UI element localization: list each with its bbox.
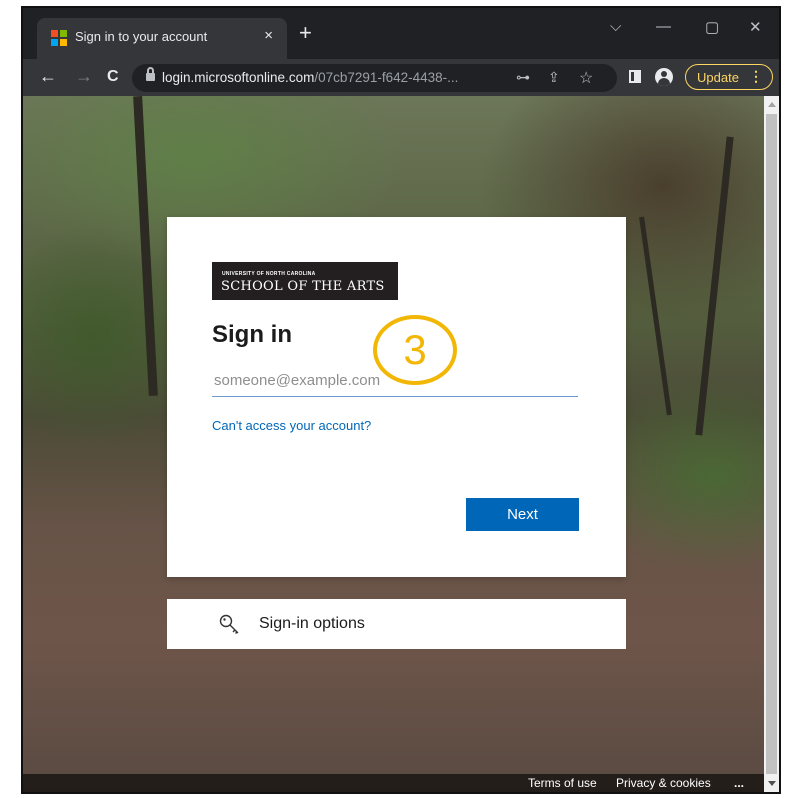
close-window-icon[interactable]: ✕ [749,18,762,36]
microsoft-logo-icon [51,30,67,46]
vertical-scrollbar[interactable] [764,96,779,792]
signin-options-label: Sign-in options [259,615,365,632]
step-number-badge: 3 [373,315,457,385]
bookmark-star-icon[interactable]: ☆ [579,68,593,88]
tab-signin[interactable]: Sign in to your account × [37,18,287,59]
privacy-link[interactable]: Privacy & cookies [616,776,711,790]
scroll-up-icon[interactable] [768,102,776,107]
password-key-icon[interactable]: ⊶ [516,69,530,86]
tab-title: Sign in to your account [75,29,208,44]
side-panel-icon[interactable] [629,70,641,83]
browser-window: Sign in to your account × + ⌵ — ▢ ✕ ← → … [21,6,781,794]
key-icon [219,614,239,634]
forward-icon[interactable]: → [75,67,93,85]
address-bar[interactable]: login.microsoftonline.com/07cb7291-f642-… [132,64,617,92]
signin-options-button[interactable]: Sign-in options [167,599,626,649]
logo-title: SCHOOL OF THE ARTS [221,279,385,294]
browser-toolbar: ← → C login.microsoftonline.com/07cb7291… [23,59,779,96]
url-text[interactable]: login.microsoftonline.com/07cb7291-f642-… [162,70,458,85]
signin-card: UNIVERSITY OF NORTH CAROLINA SCHOOL OF T… [167,217,626,577]
next-button[interactable]: Next [466,498,579,531]
cant-access-link[interactable]: Can't access your account? [212,418,371,433]
lock-icon[interactable] [146,67,155,81]
school-logo: UNIVERSITY OF NORTH CAROLINA SCHOOL OF T… [212,262,398,300]
scroll-down-icon[interactable] [768,781,776,786]
more-options-icon[interactable]: ... [734,776,744,790]
share-icon[interactable]: ⇪ [548,69,560,86]
profile-avatar-icon[interactable] [655,68,673,86]
tab-strip: Sign in to your account × + ⌵ — ▢ ✕ [23,8,779,59]
terms-link[interactable]: Terms of use [528,776,597,790]
menu-dots-icon[interactable]: ⋮ [749,68,763,85]
tab-search-icon[interactable]: ⌵ [610,18,621,35]
url-path: /07cb7291-f642-4438-... [314,70,459,85]
tree-trunk [695,136,734,436]
scroll-thumb[interactable] [766,114,777,774]
page-background: UNIVERSITY OF NORTH CAROLINA SCHOOL OF T… [23,96,764,792]
tree-trunk [639,216,672,416]
reload-icon[interactable]: C [107,68,119,86]
update-button[interactable]: Update ⋮ [685,64,773,90]
page-title: Sign in [212,321,292,348]
tab-close-icon[interactable]: × [264,27,273,44]
logo-subtitle: UNIVERSITY OF NORTH CAROLINA [222,271,316,277]
maximize-icon[interactable]: ▢ [705,18,719,36]
new-tab-icon[interactable]: + [299,22,312,44]
back-icon[interactable]: ← [39,67,57,85]
minimize-icon[interactable]: — [656,18,671,35]
tree-trunk [133,96,158,397]
page-footer: Terms of use Privacy & cookies ... [23,774,764,792]
update-label: Update [697,70,739,85]
url-host: login.microsoftonline.com [162,70,315,85]
